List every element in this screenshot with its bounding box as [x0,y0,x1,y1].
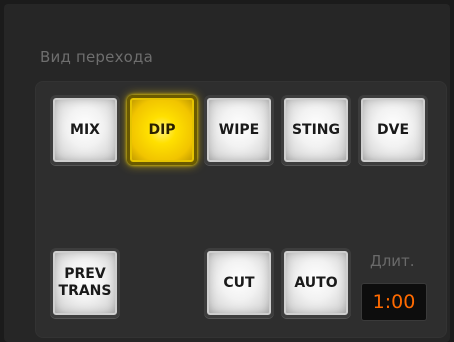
duration-field[interactable]: 1:00 [361,283,427,321]
prev-trans-label: PREV TRANS [59,266,112,300]
auto-button-label: AUTO [294,274,338,291]
dve-button[interactable]: DVE [358,95,428,165]
sting-button-label: STING [291,121,341,138]
mix-button-label: MIX [70,121,100,138]
cut-button-label: CUT [223,274,255,291]
section-title: Вид перехода [40,48,153,66]
dip-button[interactable]: DIP [127,95,197,165]
sting-button[interactable]: STING [281,95,351,165]
prev-trans-label-line2: TRANS [58,283,112,299]
wipe-button[interactable]: WIPE [204,95,274,165]
prev-trans-button[interactable]: PREV TRANS [50,248,120,318]
dip-button-label: DIP [148,121,176,138]
transition-panel: Вид перехода MIX DIP WIPE STING DVE PREV… [4,4,450,342]
mix-button[interactable]: MIX [50,95,120,165]
wipe-button-label: WIPE [218,121,260,138]
cut-button[interactable]: CUT [204,248,274,318]
duration-label: Длит. [370,252,415,270]
auto-button[interactable]: AUTO [281,248,351,318]
prev-trans-label-line1: PREV [64,266,106,282]
duration-value: 1:00 [372,291,416,313]
dve-button-label: DVE [376,121,410,138]
